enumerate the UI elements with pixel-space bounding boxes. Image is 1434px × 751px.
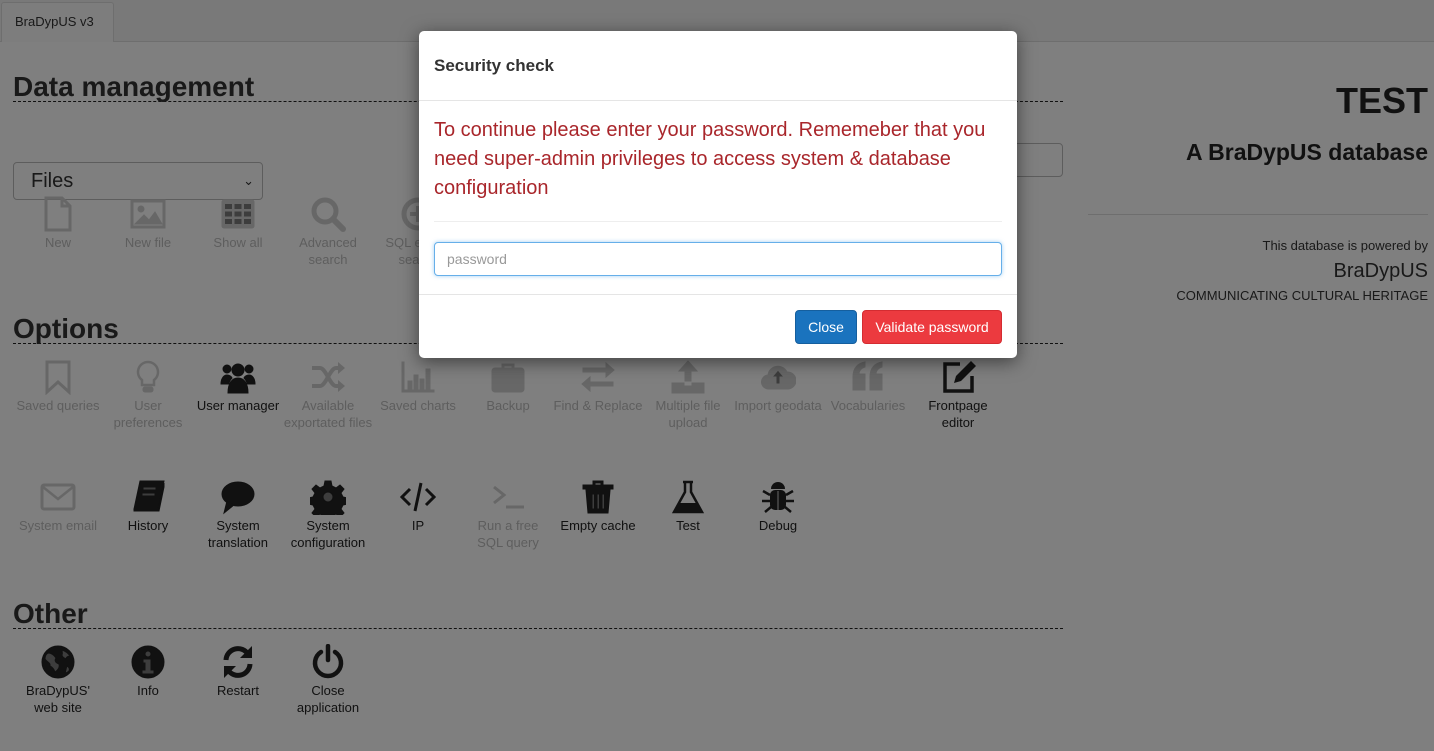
modal-title: Security check bbox=[434, 56, 555, 75]
modal-body: To continue please enter your password. … bbox=[419, 101, 1017, 294]
security-check-modal: Security check To continue please enter … bbox=[419, 31, 1017, 358]
modal-footer: Close Validate password bbox=[419, 294, 1017, 358]
divider bbox=[434, 221, 1002, 222]
modal-message: To continue please enter your password. … bbox=[434, 119, 986, 199]
modal-header: Security check bbox=[419, 31, 1017, 101]
close-button[interactable]: Close bbox=[795, 310, 857, 344]
validate-password-button[interactable]: Validate password bbox=[862, 310, 1002, 344]
password-input[interactable] bbox=[434, 242, 1002, 276]
